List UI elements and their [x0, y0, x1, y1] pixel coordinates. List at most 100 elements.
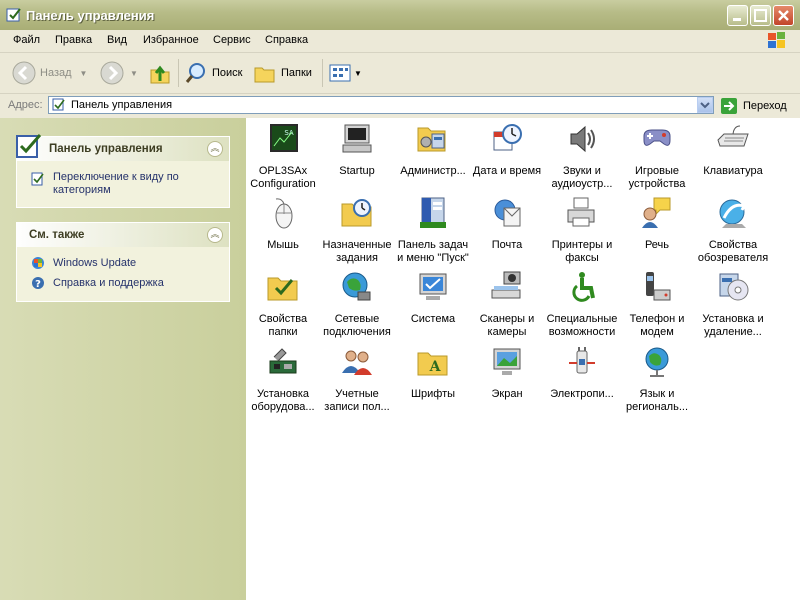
item-keyboard[interactable]: Клавиатура [696, 122, 770, 178]
speaker-icon [570, 125, 595, 153]
control-panel-icon [6, 8, 21, 22]
item-accessibility[interactable]: Специальные возможности [545, 270, 619, 339]
clock-calendar-icon [493, 124, 522, 151]
item-system[interactable]: Система [396, 270, 470, 326]
address-dropdown-button[interactable] [697, 97, 713, 113]
item-scanners-cameras[interactable]: Сканеры и камеры [470, 270, 544, 339]
menu-view[interactable]: Вид [107, 34, 127, 46]
gamepad-icon [643, 129, 671, 146]
item-label: Дата и время [472, 165, 542, 177]
title-bar[interactable]: Панель управления [0, 0, 800, 31]
control-panel-panel-title: Панель управления [49, 143, 163, 155]
item-scheduled-tasks[interactable]: Назначенные задания [320, 196, 394, 265]
address-field[interactable]: Панель управления [48, 96, 714, 114]
globe-region-icon [645, 347, 669, 377]
search-icon [185, 63, 205, 83]
item-power-options[interactable]: Электропи... [545, 345, 619, 401]
item-label: Назначенные задания [322, 239, 392, 264]
add-hardware-icon [269, 348, 297, 374]
folders-icon [254, 67, 275, 83]
switch-view-icon [31, 172, 44, 186]
up-folder-icon [150, 65, 170, 84]
control-panel-items: SA OPL3SAx Configuration Startup Админис… [246, 118, 800, 600]
windows-logo-icon [768, 32, 785, 48]
minimize-icon [733, 18, 741, 21]
item-date-time[interactable]: Дата и время [470, 122, 544, 178]
add-remove-programs-icon [719, 273, 749, 301]
left-task-pane: Панель управления ︽ Переключение к виду … [0, 118, 246, 600]
back-dropdown-icon[interactable]: ▼ [80, 69, 88, 78]
item-opl3sax-configuration[interactable]: SA OPL3SAx Configuration [246, 122, 320, 191]
forward-dropdown-icon[interactable]: ▼ [130, 69, 138, 78]
forward-arrow-icon [100, 61, 124, 85]
see-also-panel-header[interactable]: См. также ︽ [17, 223, 229, 247]
item-label: Экран [491, 388, 523, 400]
power-options-icon [569, 347, 595, 374]
menu-file[interactable]: Файл [13, 34, 40, 46]
item-add-hardware[interactable]: Установка оборудова... [246, 345, 320, 414]
item-label: Установка и удаление... [702, 313, 764, 338]
windows-update-link[interactable]: Windows Update [53, 257, 136, 269]
printer-icon [567, 197, 595, 227]
item-label: Startup [339, 165, 375, 177]
collapse-chevron-icon[interactable]: ︽ [207, 227, 223, 243]
user-accounts-icon [342, 350, 372, 375]
item-mouse[interactable]: Мышь [246, 196, 320, 252]
item-game-controllers[interactable]: Игровые устройства [620, 122, 694, 191]
item-startup[interactable]: Startup [320, 122, 394, 178]
address-bar: Адрес: Панель управления Переход [0, 94, 800, 119]
item-display[interactable]: Экран [470, 345, 544, 401]
phone-modem-icon [646, 272, 671, 301]
scanner-camera-icon [491, 271, 521, 299]
maximize-button[interactable] [750, 5, 771, 26]
item-label: Администр... [400, 165, 466, 177]
item-internet-options[interactable]: Свойства обозревателя [696, 196, 770, 265]
menu-edit[interactable]: Правка [55, 34, 92, 46]
item-phone-modem[interactable]: Телефон и модем [620, 270, 694, 339]
computer-icon [342, 124, 372, 153]
up-folder-button[interactable] [148, 59, 172, 87]
item-label: Звуки и аудиоустр... [551, 165, 613, 190]
views-button[interactable]: ▼ [328, 59, 362, 87]
minimize-button[interactable] [727, 5, 748, 26]
item-folder-options[interactable]: Свойства папки [246, 270, 320, 339]
menu-help[interactable]: Справка [265, 34, 308, 46]
item-printers-faxes[interactable]: Принтеры и факсы [545, 196, 619, 265]
back-label: Назад [40, 67, 72, 79]
folders-button[interactable]: Папки [253, 59, 312, 87]
search-button[interactable]: Поиск [184, 59, 242, 87]
speech-icon [642, 197, 671, 228]
item-network-connections[interactable]: Сетевые подключения [320, 270, 394, 339]
forward-button[interactable]: ▼ [100, 59, 138, 87]
item-fonts[interactable]: A Шрифты [396, 345, 470, 401]
switch-to-category-view-link[interactable]: Переключение к виду по категориям [53, 171, 223, 197]
item-label: Язык и региональ... [625, 388, 689, 413]
item-label: Телефон и модем [629, 313, 685, 338]
item-mail[interactable]: Почта [470, 196, 544, 252]
maximize-icon [754, 9, 767, 22]
item-speech[interactable]: Речь [620, 196, 694, 252]
item-label: Панель задач и меню "Пуск" [397, 239, 469, 264]
control-panel-window: Панель управления Файл Правка Вид Избран… [0, 0, 800, 600]
search-label: Поиск [212, 67, 243, 79]
close-button[interactable] [773, 5, 794, 26]
go-label: Переход [743, 100, 787, 112]
item-taskbar-start-menu[interactable]: Панель задач и меню "Пуск" [396, 196, 470, 265]
back-arrow-icon [12, 61, 36, 85]
control-panel-panel-header[interactable]: Панель управления ︽ [16, 134, 229, 161]
item-label: Клавиатура [703, 165, 763, 177]
system-icon [419, 273, 447, 300]
collapse-chevron-icon[interactable]: ︽ [207, 141, 223, 157]
item-regional-language[interactable]: Язык и региональ... [620, 345, 694, 414]
help-and-support-link[interactable]: Справка и поддержка [53, 277, 164, 289]
menu-tools[interactable]: Сервис [213, 34, 251, 46]
views-icon [329, 64, 351, 82]
item-user-accounts[interactable]: Учетные записи пол... [320, 345, 394, 414]
go-button[interactable]: Переход [720, 96, 787, 116]
item-label: Принтеры и факсы [551, 239, 613, 264]
back-button[interactable]: Назад ▼ [12, 59, 87, 87]
item-administrative-tools[interactable]: Администр... [396, 122, 470, 178]
item-add-remove-programs[interactable]: Установка и удаление... [696, 270, 770, 339]
item-sounds-audio[interactable]: Звуки и аудиоустр... [545, 122, 619, 191]
menu-favorites[interactable]: Избранное [143, 34, 199, 46]
